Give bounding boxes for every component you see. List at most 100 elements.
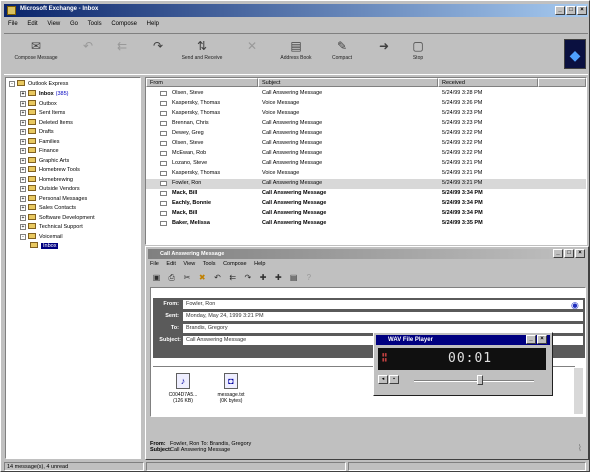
player-close-button[interactable]: × (537, 335, 547, 344)
tree-item[interactable]: + Inbox (385) (20, 90, 69, 99)
delete-icon[interactable]: ✖ (196, 273, 209, 282)
menu-view[interactable]: View (43, 19, 64, 29)
message-row[interactable]: Lozano, Steve Call Answering Message 5/24/… (146, 159, 586, 169)
expand-icon[interactable]: + (20, 129, 26, 135)
maximize-button[interactable]: □ (566, 6, 576, 15)
save-icon[interactable]: ▣ (150, 273, 163, 282)
collapse-icon[interactable]: - (9, 81, 15, 87)
message-row[interactable]: McEwan, Rob Call Answering Message 5/24/99… (146, 149, 586, 159)
player-minimize-button[interactable]: _ (526, 335, 536, 344)
attachment-txt[interactable]: ◘ message.txt (0K bytes) (211, 373, 251, 404)
tree-item[interactable]: + Outside Vendors (20, 185, 82, 194)
message-menu-edit[interactable]: Edit (166, 261, 175, 267)
message-row[interactable]: Mack, Bill Call Answering Message 5/24/99 … (146, 189, 586, 199)
tree-item[interactable]: + Families (20, 137, 61, 147)
message-row[interactable]: Olsen, Steve Call Answering Message 5/24/9… (146, 89, 586, 99)
expand-icon[interactable]: + (20, 195, 26, 202)
print-icon[interactable]: ⎙ (165, 273, 178, 283)
reply-all-icon[interactable]: ⇇ (226, 273, 239, 282)
column-header-subject[interactable]: Subject (258, 78, 438, 87)
message-menu-view[interactable]: View (183, 261, 195, 267)
expand-icon[interactable]: + (20, 110, 26, 116)
message-row[interactable]: Baker, Melissa Call Answering Message 5/24… (146, 219, 586, 229)
message-minimize-button[interactable]: _ (553, 249, 563, 258)
expand-icon[interactable]: + (20, 176, 26, 183)
stop-button[interactable]: ▢ Stop (396, 37, 440, 73)
tree-item[interactable]: + Homebrewing (20, 175, 75, 185)
column-header-received[interactable]: Received (438, 78, 538, 87)
send-receive-button[interactable]: ⇅ Send and Receive (180, 37, 224, 73)
reply-icon[interactable]: ↶ (211, 273, 224, 282)
message-row[interactable]: Fowler, Ron Call Answering Message 5/24/99… (146, 179, 586, 189)
tree-item[interactable]: + Sent Items (20, 109, 67, 118)
tree-item[interactable]: + Drafts (20, 128, 56, 137)
expand-icon[interactable]: + (20, 157, 26, 164)
compose-button[interactable]: ✉ Compose Message (14, 37, 58, 73)
cut-icon[interactable]: ✂ (180, 273, 193, 282)
column-header-from[interactable]: From (146, 78, 258, 87)
forward-button[interactable]: ↷ (136, 37, 180, 73)
expand-icon[interactable]: + (20, 138, 26, 145)
message-menu-file[interactable]: File (150, 261, 159, 267)
compact-button[interactable]: ✎ Compact (320, 37, 364, 73)
menu-go[interactable]: Go (66, 19, 82, 29)
tree-voicemail-child[interactable]: Inbox (30, 242, 59, 251)
message-row[interactable]: Olsen, Steve Call Answering Message 5/24/9… (146, 139, 586, 149)
message-row[interactable]: Eachly, Bonnie Call Answering Message 5/24… (146, 199, 586, 209)
player-title-bar[interactable]: WAV File Player _ × (376, 335, 550, 345)
expand-icon[interactable]: + (20, 167, 26, 173)
attachment-wav[interactable]: ♪ C004D7A5... (126 KB) (163, 373, 203, 404)
menu-file[interactable]: File (4, 19, 22, 29)
tree-item[interactable]: + Finance (20, 147, 61, 156)
menu-compose[interactable]: Compose (107, 19, 141, 29)
expand-icon[interactable]: + (20, 205, 26, 211)
tree-item[interactable]: + Graphic Arts (20, 156, 71, 166)
message-title-bar[interactable]: Call Answering Message _ □ × (148, 249, 586, 259)
message-row[interactable]: Dewey, Greg Call Answering Message 5/24/99… (146, 129, 586, 139)
help-icon[interactable]: ? (302, 273, 315, 282)
expand-icon[interactable]: + (20, 100, 26, 107)
stop-button[interactable]: ▪ (389, 375, 399, 384)
message-row[interactable]: Kaspersky, Thomas Voice Message 5/24/99 3:… (146, 169, 586, 179)
minimize-button[interactable]: _ (555, 6, 565, 15)
address-book-button[interactable]: ▤ Address Book (274, 37, 318, 73)
title-bar[interactable]: Microsoft Exchange - Inbox _ □ × (4, 4, 588, 17)
expand-icon[interactable]: + (20, 214, 26, 221)
delete-button[interactable]: ✕ (230, 37, 274, 73)
attachments-scrollbar[interactable] (574, 368, 583, 414)
play-button[interactable]: ◂ (378, 375, 388, 384)
tree-root[interactable]: - Outlook Express (9, 80, 68, 89)
position-slider[interactable] (414, 380, 534, 382)
address-book-icon[interactable]: ▤ (287, 273, 300, 282)
message-row[interactable]: Brennan, Chris Call Answering Message 5/24… (146, 119, 586, 129)
tree-item[interactable]: + Software Development (20, 213, 97, 223)
message-row[interactable]: Mack, Bill Call Answering Message 5/24/99 … (146, 209, 586, 219)
message-row[interactable]: Kaspersky, Thomas Voice Message 5/24/99 3:… (146, 99, 586, 109)
close-button[interactable]: × (577, 6, 587, 15)
message-row[interactable]: Kaspersky, Thomas Voice Message 5/24/99 3:… (146, 109, 586, 119)
menu-tools[interactable]: Tools (84, 19, 106, 29)
menu-help[interactable]: Help (143, 19, 163, 29)
column-header-spare[interactable] (538, 78, 586, 87)
expand-icon[interactable]: + (20, 119, 26, 126)
expand-icon[interactable]: + (20, 148, 26, 154)
tree-item[interactable]: + Outbox (20, 99, 59, 109)
message-close-button[interactable]: × (575, 249, 585, 258)
position-slider-thumb[interactable] (477, 375, 483, 385)
tree-item[interactable]: + Deleted Items (20, 118, 75, 128)
tree-item[interactable]: + Personal Messages (20, 194, 89, 204)
next-icon[interactable]: ✚ (272, 273, 285, 282)
expand-icon[interactable]: + (20, 186, 26, 192)
previous-icon[interactable]: ✚ (257, 273, 270, 282)
tree-item[interactable]: + Technical Support (20, 223, 85, 232)
message-menu-tools[interactable]: Tools (203, 261, 216, 267)
menu-edit[interactable]: Edit (23, 19, 41, 29)
expand-icon[interactable]: + (20, 91, 26, 97)
tree-item[interactable]: + Sales Contacts (20, 204, 78, 213)
tree-item[interactable]: - Voicemail (20, 232, 65, 242)
collapse-icon[interactable]: - (20, 233, 26, 240)
message-menu-help[interactable]: Help (254, 261, 265, 267)
message-maximize-button[interactable]: □ (564, 249, 574, 258)
message-menu-compose[interactable]: Compose (223, 261, 247, 267)
forward-icon[interactable]: ↷ (241, 273, 254, 282)
